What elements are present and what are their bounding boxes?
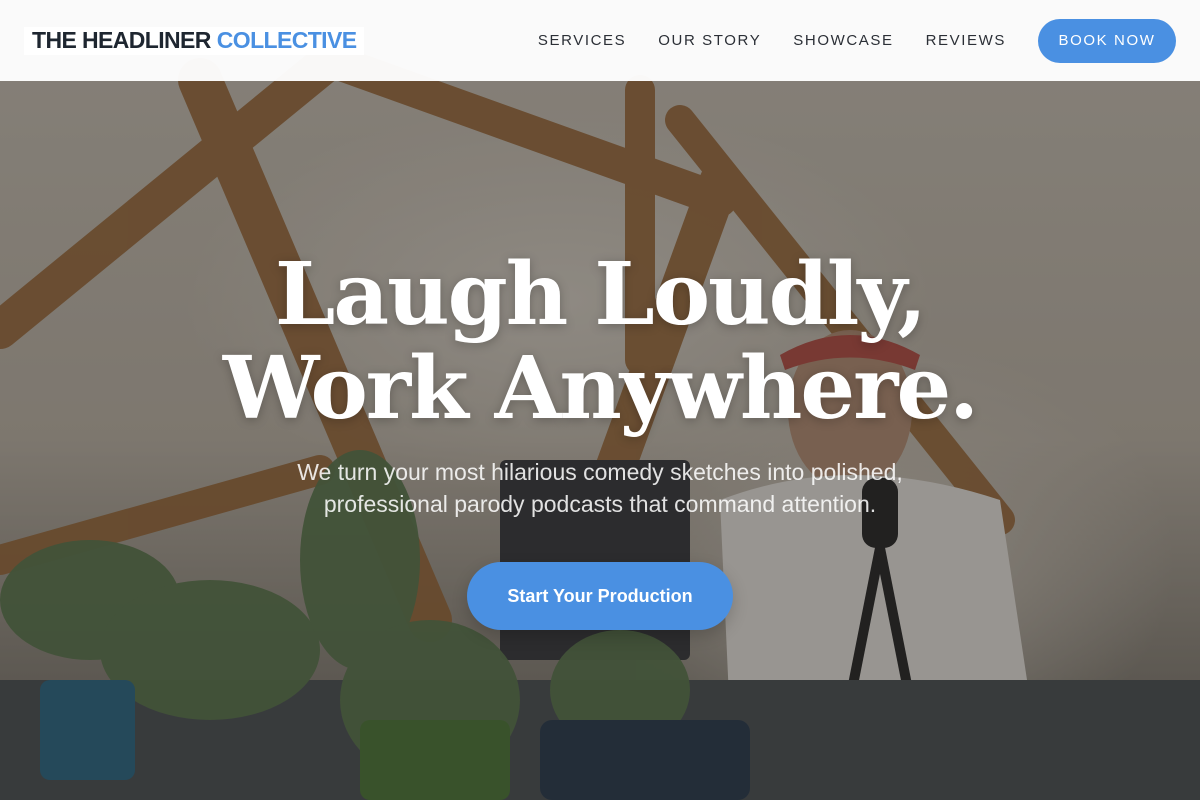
nav-link-services[interactable]: SERVICES: [538, 32, 626, 49]
nav-link-reviews[interactable]: REVIEWS: [926, 32, 1006, 49]
logo-accent-text: COLLECTIVE: [216, 27, 357, 53]
hero-section: Laugh Loudly, Work Anywhere. We turn you…: [0, 248, 1200, 630]
book-now-button[interactable]: BOOK NOW: [1038, 18, 1176, 63]
nav-link-showcase[interactable]: SHOWCASE: [793, 32, 893, 49]
logo-primary-text: THE HEADLINER: [32, 27, 211, 53]
hero-title: Laugh Loudly, Work Anywhere.: [0, 248, 1200, 436]
brand-logo[interactable]: THE HEADLINER COLLECTIVE: [24, 26, 365, 55]
start-production-button[interactable]: Start Your Production: [467, 562, 733, 630]
hero-title-line-1: Laugh Loudly,: [274, 244, 927, 345]
nav-link-our-story[interactable]: OUR STORY: [658, 32, 761, 49]
site-header: THE HEADLINER COLLECTIVE SERVICES OUR ST…: [0, 0, 1200, 81]
hero-subtitle: We turn your most hilarious comedy sketc…: [297, 459, 903, 517]
hero-title-line-2: Work Anywhere.: [222, 338, 979, 439]
main-navigation: SERVICES OUR STORY SHOWCASE REVIEWS BOOK…: [538, 18, 1176, 63]
